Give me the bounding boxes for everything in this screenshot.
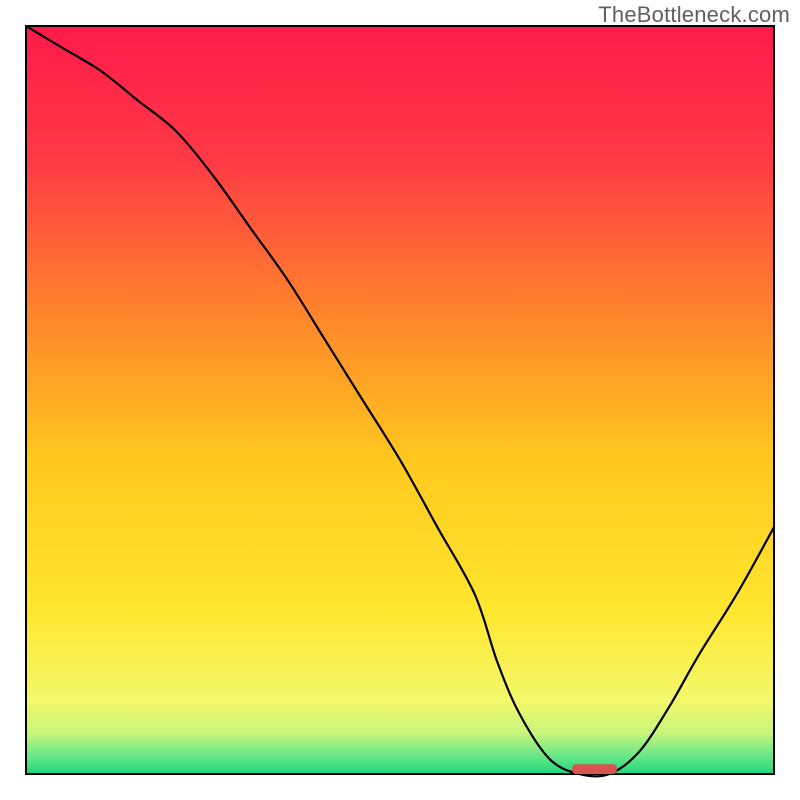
bottleneck-chart bbox=[0, 0, 800, 800]
chart-container: { "watermark": "TheBottleneck.com", "cha… bbox=[0, 0, 800, 800]
optimal-marker bbox=[572, 764, 617, 774]
gradient-background bbox=[26, 26, 774, 774]
plot-area bbox=[26, 26, 774, 776]
